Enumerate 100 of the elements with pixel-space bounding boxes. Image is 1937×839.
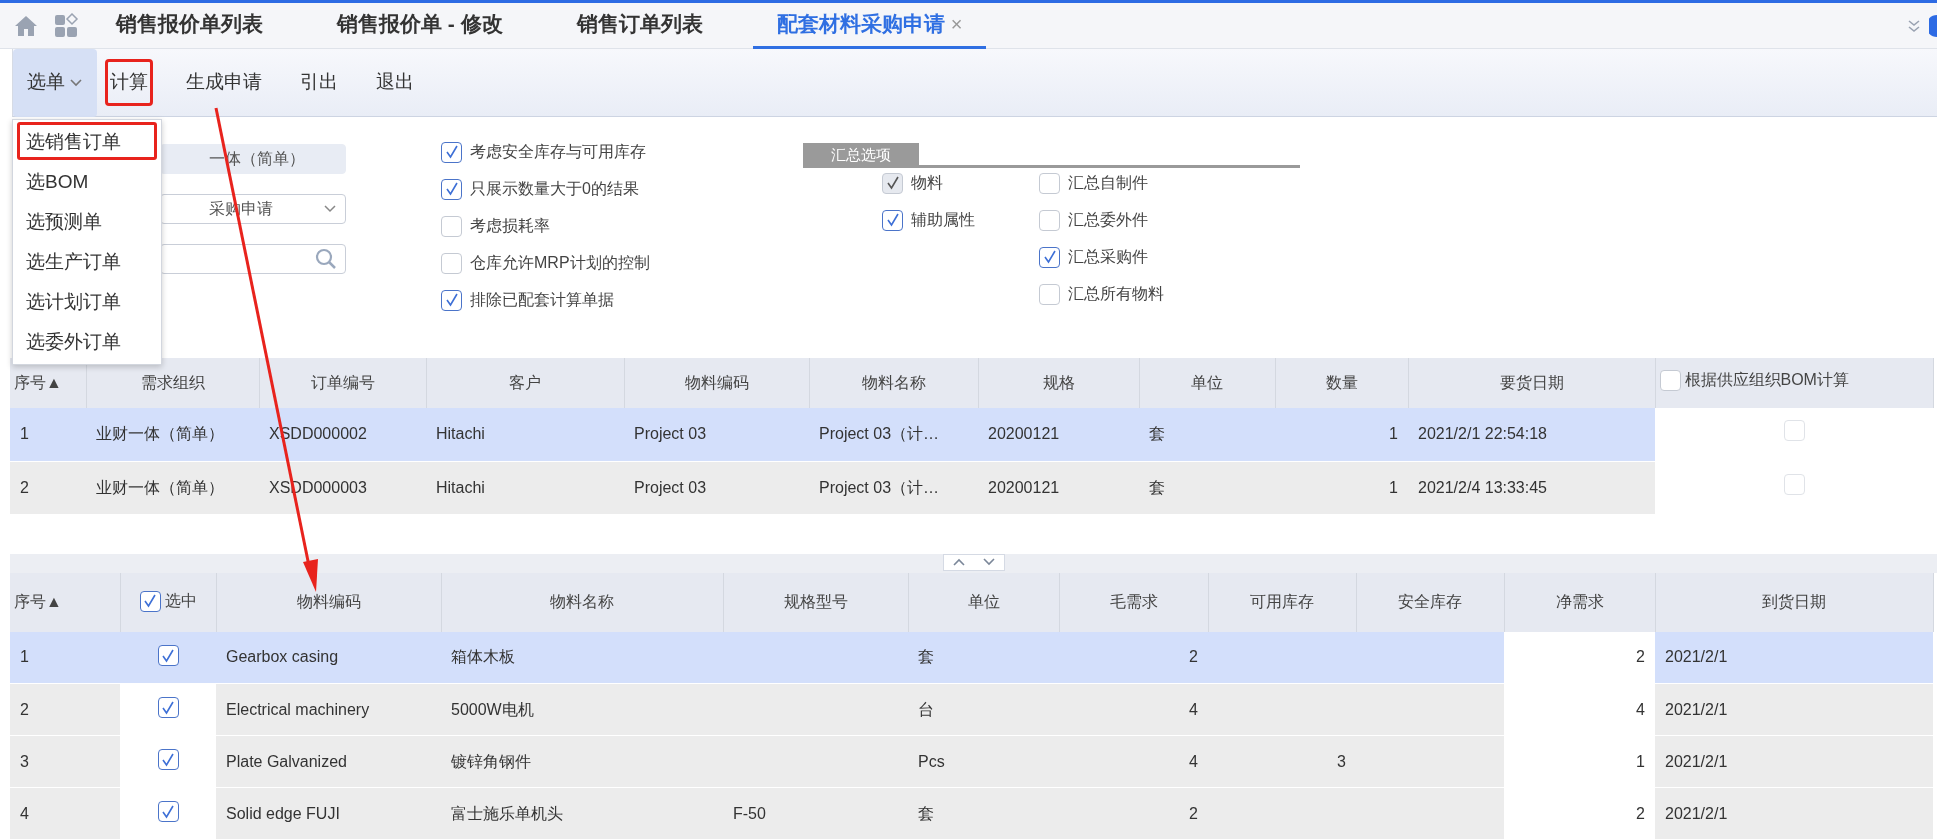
column-header[interactable]: 订单编号: [259, 358, 426, 408]
checkbox[interactable]: [157, 749, 179, 771]
chevron-down-icon: [323, 204, 337, 214]
checkbox[interactable]: [882, 209, 903, 231]
table-cell: Hitachi: [426, 461, 624, 514]
column-header[interactable]: 安全库存: [1356, 572, 1504, 632]
double-chevron-icon[interactable]: [1907, 18, 1921, 33]
toolbar-button[interactable]: 退出: [371, 59, 419, 106]
table-cell: 1: [10, 408, 86, 461]
checkbox[interactable]: [441, 252, 462, 274]
column-header[interactable]: 毛需求: [1059, 572, 1208, 632]
table-cell: 1: [10, 631, 120, 684]
table-cell: 3: [1208, 735, 1356, 788]
table-cell: 箱体木板: [441, 631, 723, 684]
splitter-toggle[interactable]: [942, 553, 1005, 571]
table-cell: 4: [10, 787, 120, 839]
checkbox[interactable]: [1039, 283, 1060, 305]
column-header[interactable]: 客户: [426, 358, 624, 408]
checkbox[interactable]: [1659, 369, 1681, 391]
dropdown-button[interactable]: 选单: [13, 48, 97, 117]
checkbox-label: 辅助属性: [911, 210, 975, 230]
table-cell: Project 03: [624, 461, 809, 514]
checkbox-label: 汇总采购件: [1068, 247, 1148, 267]
group-title: 汇总选项: [803, 143, 919, 167]
search-icon[interactable]: [315, 248, 337, 270]
checkbox[interactable]: [441, 141, 462, 163]
table-cell: 2: [1059, 787, 1208, 839]
table-cell: Gearbox casing: [216, 631, 441, 684]
checkbox[interactable]: [441, 215, 462, 237]
checkbox[interactable]: [1039, 172, 1060, 194]
column-header[interactable]: 物料名称: [809, 358, 978, 408]
column-header[interactable]: 需求组织: [86, 358, 259, 408]
checkbox[interactable]: [1039, 246, 1060, 268]
table-cell: 套: [908, 787, 1059, 839]
toolbar-button[interactable]: 计算: [105, 59, 153, 106]
chevron-up-icon[interactable]: [952, 558, 965, 566]
checkbox-label: 物料: [911, 173, 943, 193]
caret-icon: [69, 78, 83, 89]
table-cell: 2: [1504, 787, 1655, 839]
toolbar-button[interactable]: 生成申请: [181, 59, 267, 106]
home-icon[interactable]: [14, 14, 38, 37]
checkbox[interactable]: [441, 289, 462, 311]
column-header[interactable]: 到货日期: [1655, 572, 1933, 632]
column-header[interactable]: 规格型号: [723, 572, 908, 632]
checkbox[interactable]: [441, 178, 462, 200]
table-cell: Solid edge FUJI: [216, 787, 441, 839]
table-cell: 2021/2/1 22:54:18: [1408, 408, 1655, 461]
table-cell: 2021/2/1: [1655, 735, 1933, 788]
table-cell: 业财一体（简单）: [86, 408, 259, 461]
table-cell: 1: [1275, 461, 1408, 514]
table-cell: Hitachi: [426, 408, 624, 461]
checkbox[interactable]: [157, 645, 179, 666]
table-cell: 2: [10, 683, 120, 736]
column-header[interactable]: 数量: [1275, 358, 1408, 408]
column-header[interactable]: 可用库存: [1208, 572, 1356, 632]
table-cell: 2021/2/1: [1655, 631, 1933, 684]
table-cell: Electrical machinery: [216, 683, 441, 736]
column-header[interactable]: 净需求: [1504, 572, 1655, 632]
checkbox-label: 汇总所有物料: [1068, 284, 1164, 304]
column-header[interactable]: 物料编码: [216, 572, 441, 632]
column-header[interactable]: 单位: [908, 572, 1059, 632]
checkbox-label: 考虑安全库存与可用库存: [470, 142, 646, 162]
tab[interactable]: 销售订单列表: [552, 2, 727, 49]
table-cell: 5000W电机: [441, 683, 723, 736]
chevron-down-icon[interactable]: [982, 558, 995, 566]
table-cell: 2021/2/1: [1655, 787, 1933, 839]
column-header[interactable]: 要货日期: [1408, 358, 1655, 408]
checkbox-label: 仓库允许MRP计划的控制: [470, 253, 650, 273]
table-cell: 2: [1504, 631, 1655, 684]
checkbox[interactable]: [157, 697, 179, 719]
checkbox-label: 只展示数量大于0的结果: [470, 179, 639, 199]
column-header[interactable]: 序号▲: [10, 572, 120, 632]
column-header[interactable]: 规格: [978, 358, 1139, 408]
checkbox[interactable]: [139, 590, 161, 612]
toolbar-button[interactable]: 引出: [295, 59, 343, 106]
table-cell: 台: [908, 683, 1059, 736]
checkbox-label: 汇总自制件: [1068, 173, 1148, 193]
table-cell: 1: [1504, 735, 1655, 788]
tab[interactable]: 销售报价单 - 修改: [313, 2, 527, 49]
checkbox-label: 汇总委外件: [1068, 210, 1148, 230]
column-header[interactable]: 物料编码: [624, 358, 809, 408]
table-cell: 4: [1504, 683, 1655, 736]
tab[interactable]: 销售报价单列表: [92, 2, 287, 49]
table-cell: 2: [1059, 631, 1208, 684]
table-cell: F-50: [723, 787, 908, 839]
table-cell: 套: [1139, 408, 1275, 461]
table-cell: 3: [10, 735, 120, 788]
table-cell: 1: [1275, 408, 1408, 461]
table-cell: 20200121: [978, 408, 1139, 461]
checkbox[interactable]: [1039, 209, 1060, 231]
table-cell: 业财一体（简单）: [86, 461, 259, 514]
table-cell: Project 03（计…: [809, 408, 978, 461]
menu-item[interactable]: 选销售订单: [17, 122, 157, 160]
apps-icon[interactable]: [54, 12, 80, 39]
header-label: 选中: [164, 591, 197, 611]
column-header[interactable]: 单位: [1139, 358, 1275, 408]
checkbox[interactable]: [157, 801, 179, 823]
table-cell: 富士施乐单机头: [441, 787, 723, 839]
table-cell: 20200121: [978, 461, 1139, 514]
column-header[interactable]: 物料名称: [441, 572, 723, 632]
